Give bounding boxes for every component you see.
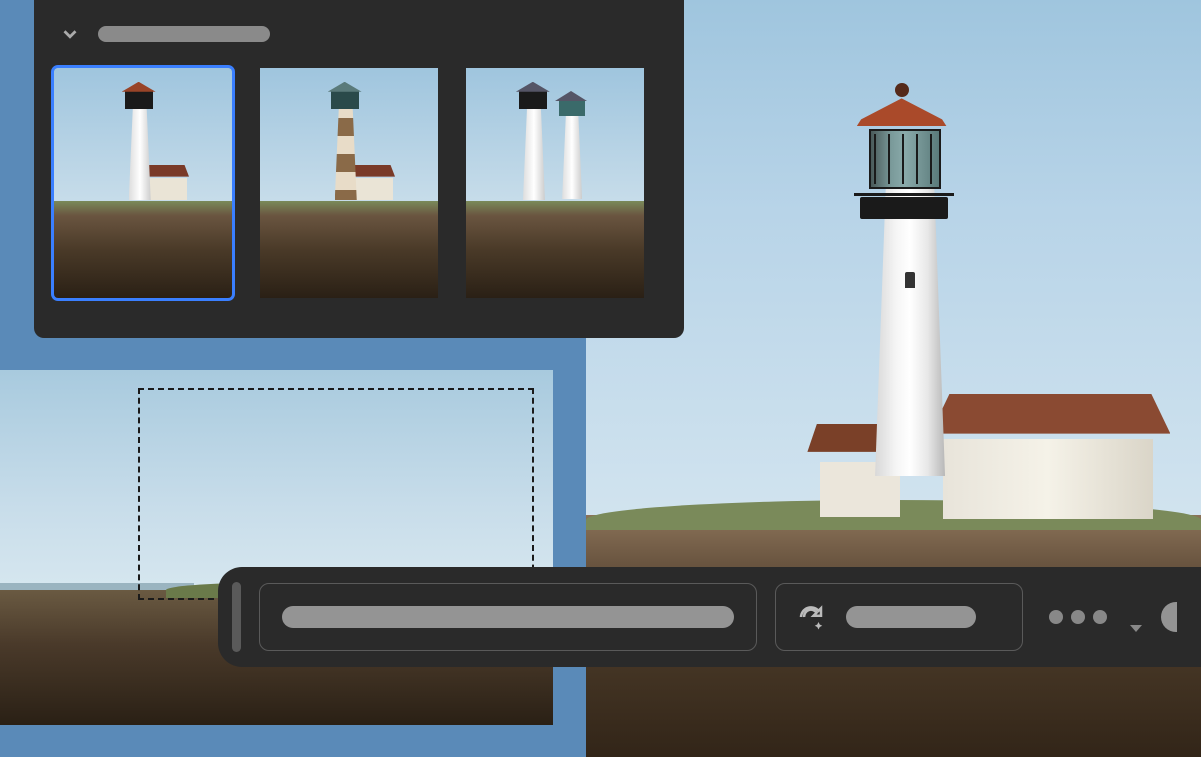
lighthouse-finial [895, 83, 909, 97]
variation-thumb-3[interactable] [466, 68, 644, 298]
variations-header [54, 18, 664, 50]
more-options-button[interactable] [1041, 610, 1115, 624]
tower-window [905, 272, 915, 288]
generate-label-pill [846, 606, 976, 628]
source-image-panel[interactable] [0, 370, 553, 725]
lighthouse-lantern [869, 129, 941, 189]
variation-thumb-1[interactable] [54, 68, 232, 298]
toolbar-dropdown-caret[interactable] [1129, 621, 1143, 639]
variation-thumb-2[interactable] [260, 68, 438, 298]
chevron-down-icon [59, 23, 81, 45]
prompt-placeholder-pill [282, 606, 734, 628]
toolbar-drag-handle[interactable] [232, 582, 241, 652]
keeper-house [943, 439, 1153, 519]
variations-title-placeholder [98, 26, 270, 42]
lighthouse-gallery [860, 197, 948, 219]
prompt-input[interactable] [259, 583, 757, 651]
caret-down-icon [1129, 624, 1143, 634]
generate-button[interactable] [775, 583, 1023, 651]
collapse-button[interactable] [54, 18, 86, 50]
variation-thumbnails [54, 68, 664, 298]
toolbar-overflow-pill[interactable] [1161, 602, 1177, 632]
keeper-house-roof [930, 394, 1170, 434]
sparkle-refresh-icon [796, 602, 826, 632]
generate-toolbar [218, 567, 1201, 667]
variations-panel [34, 0, 684, 338]
more-horizontal-icon [1049, 610, 1063, 624]
